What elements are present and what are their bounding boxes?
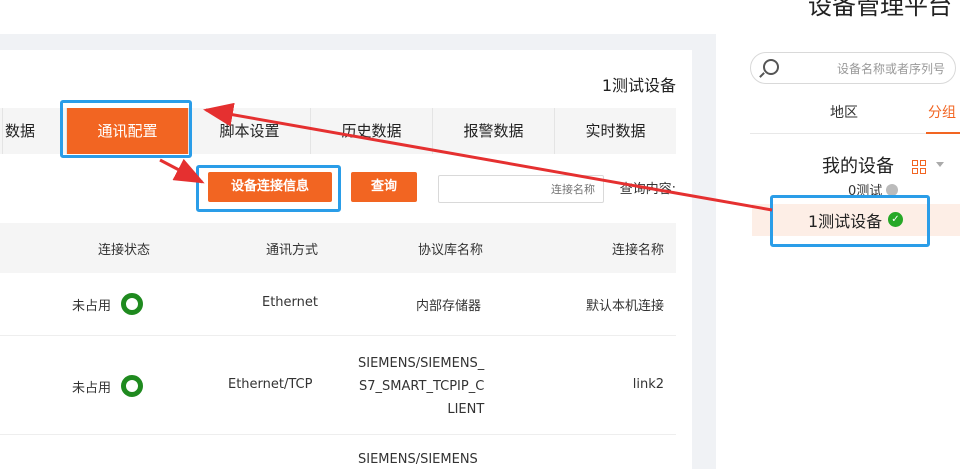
col-connection-status: 连接状态 bbox=[98, 243, 151, 258]
cell-comm-method: Ethernet/TCP bbox=[228, 377, 313, 392]
sidebar-tabs: 分组 地区 bbox=[750, 96, 960, 134]
col-protocol-name: 协议库名称 bbox=[418, 243, 484, 258]
col-comm-method: 通讯方式 bbox=[266, 243, 319, 258]
tree-root-my-devices[interactable]: 我的设备 bbox=[786, 152, 950, 178]
cell-protocol: SIEMENS/SIEMENS bbox=[358, 452, 478, 467]
tab-region[interactable]: 地区 bbox=[830, 102, 858, 122]
cell-comm-method: Ethernet bbox=[262, 295, 318, 310]
table-row[interactable]: SIEMENS/SIEMENS bbox=[0, 436, 676, 469]
cell-protocol: 内部存储器 bbox=[416, 299, 482, 314]
status-ring-icon bbox=[121, 293, 144, 315]
device-sidebar: 设备名称或者序列号 分组 地区 我的设备 0测试 1测试设备 ✓ bbox=[716, 34, 960, 469]
tab-group[interactable]: 分组 bbox=[928, 102, 956, 122]
tab-data[interactable]: 数据 bbox=[2, 108, 66, 154]
table-header: 连接名称 协议库名称 通讯方式 连接状态 bbox=[0, 223, 676, 273]
status-text: 未占用 bbox=[72, 298, 112, 314]
tree-root-label: 我的设备 bbox=[822, 156, 894, 177]
device-search-input[interactable]: 设备名称或者序列号 bbox=[750, 52, 956, 84]
col-connection-name: 连接名称 bbox=[611, 243, 664, 258]
table-row[interactable]: 默认本机连接 内部存储器 Ethernet 未占用 bbox=[0, 273, 676, 336]
cell-protocol: SIEMENS/SIEMENS_ S7_SMART_TCPIP_C LIENT bbox=[358, 356, 485, 417]
highlight-box-comm-tab bbox=[60, 100, 192, 158]
highlight-box-selected-device bbox=[770, 195, 930, 247]
tab-history-data[interactable]: 历史数据 bbox=[310, 108, 432, 154]
caret-down-icon[interactable] bbox=[936, 162, 944, 167]
status-text: 未占用 bbox=[72, 380, 112, 396]
page-title: 设备管理平台 bbox=[808, 0, 952, 20]
search-placeholder: 设备名称或者序列号 bbox=[836, 62, 945, 76]
tab-alarm-data[interactable]: 报警数据 bbox=[432, 108, 554, 154]
cell-connection-name: link2 bbox=[632, 377, 664, 392]
query-label: 查询内容: bbox=[619, 182, 676, 197]
tab-script-settings[interactable]: 脚本设置 bbox=[188, 108, 310, 154]
query-input[interactable] bbox=[438, 175, 604, 203]
device-title: 1测试设备 bbox=[601, 76, 676, 95]
device-group-icon bbox=[912, 160, 926, 174]
cell-connection-name: 默认本机连接 bbox=[585, 299, 664, 314]
search-icon[interactable] bbox=[763, 59, 779, 75]
cell-status: 未占用 bbox=[72, 293, 144, 315]
highlight-box-connection-button bbox=[196, 165, 341, 212]
query-button[interactable]: 查询 bbox=[351, 172, 417, 202]
active-tab-underline bbox=[926, 132, 960, 134]
tab-realtime-data[interactable]: 实时数据 bbox=[554, 108, 676, 154]
status-ring-icon bbox=[121, 375, 144, 397]
table-row[interactable]: link2 SIEMENS/SIEMENS_ S7_SMART_TCPIP_C … bbox=[0, 337, 676, 435]
cell-status: 未占用 bbox=[72, 375, 144, 397]
top-bar: 设备管理平台 bbox=[0, 0, 960, 34]
